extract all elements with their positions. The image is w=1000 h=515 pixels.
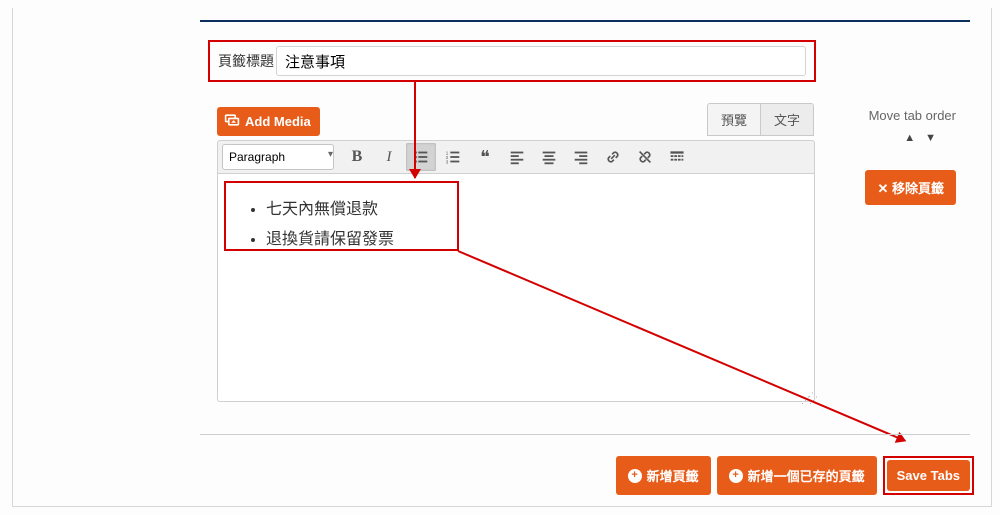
add-tab-button[interactable]: + 新增頁籤 bbox=[616, 456, 711, 495]
add-media-button[interactable]: Add Media bbox=[217, 107, 320, 136]
add-existing-label: 新增一個已存的頁籤 bbox=[748, 466, 865, 485]
move-tab-label: Move tab order bbox=[869, 108, 956, 123]
list-item: 退換貨請保留發票 bbox=[266, 222, 786, 252]
divider-top bbox=[200, 20, 970, 22]
divider-bottom bbox=[200, 434, 970, 435]
unlink-icon bbox=[636, 148, 654, 166]
list-item: 七天內無償退款 bbox=[266, 192, 786, 222]
remove-tab-button[interactable]: ✕ 移除頁籤 bbox=[865, 170, 956, 205]
blockquote-button[interactable]: ❝ bbox=[470, 143, 500, 171]
tab-title-label: 頁籤標題 bbox=[210, 51, 276, 71]
remove-tab-label: 移除頁籤 bbox=[892, 181, 944, 196]
move-up-icon[interactable]: ▲ bbox=[904, 132, 915, 144]
numbered-list-icon: 123 bbox=[444, 148, 462, 166]
close-icon: ✕ bbox=[877, 181, 888, 196]
plus-icon: + bbox=[729, 469, 743, 483]
link-button[interactable] bbox=[598, 143, 628, 171]
editor-toolbar: Paragraph B I 123 ❝ bbox=[217, 140, 815, 174]
tab-text[interactable]: 文字 bbox=[761, 104, 813, 135]
editor-content-area[interactable]: 七天內無償退款 退換貨請保留發票 bbox=[217, 174, 815, 402]
align-center-button[interactable] bbox=[534, 143, 564, 171]
tab-title-row: 頁籤標題 bbox=[208, 40, 816, 82]
add-tab-label: 新增頁籤 bbox=[647, 466, 699, 485]
bold-button[interactable]: B bbox=[342, 143, 372, 171]
media-icon bbox=[224, 112, 240, 131]
kitchen-sink-icon bbox=[668, 148, 686, 166]
content-list: 七天內無償退款 退換貨請保留發票 bbox=[246, 192, 786, 252]
save-tabs-button[interactable]: Save Tabs bbox=[887, 460, 970, 491]
align-left-button[interactable] bbox=[502, 143, 532, 171]
kitchen-sink-button[interactable] bbox=[662, 143, 692, 171]
unlink-button[interactable] bbox=[630, 143, 660, 171]
link-icon bbox=[604, 148, 622, 166]
move-down-icon[interactable]: ▼ bbox=[925, 132, 936, 144]
plus-icon: + bbox=[628, 469, 642, 483]
numbered-list-button[interactable]: 123 bbox=[438, 143, 468, 171]
tab-title-input[interactable] bbox=[276, 46, 806, 76]
align-right-icon bbox=[572, 148, 590, 166]
svg-text:3: 3 bbox=[446, 159, 449, 164]
italic-button[interactable]: I bbox=[374, 143, 404, 171]
bottom-actions: + 新增頁籤 + 新增一個已存的頁籤 Save Tabs bbox=[616, 456, 974, 495]
page-root: 頁籤標題 Add Media 預覽 文字 Move tab order ▲ ▼ … bbox=[0, 0, 1000, 515]
editor-mode-tabs: 預覽 文字 bbox=[707, 103, 814, 136]
annotation-arrow-1 bbox=[414, 82, 416, 178]
bullet-list-button[interactable] bbox=[406, 143, 436, 171]
quote-icon: ❝ bbox=[480, 152, 490, 162]
save-tabs-label: Save Tabs bbox=[897, 468, 960, 483]
align-left-icon bbox=[508, 148, 526, 166]
tab-visual[interactable]: 預覽 bbox=[708, 104, 761, 135]
align-center-icon bbox=[540, 148, 558, 166]
add-media-label: Add Media bbox=[245, 114, 311, 129]
align-right-button[interactable] bbox=[566, 143, 596, 171]
annotation-save-box: Save Tabs bbox=[883, 456, 974, 495]
add-existing-tab-button[interactable]: + 新增一個已存的頁籤 bbox=[717, 456, 877, 495]
format-select[interactable]: Paragraph bbox=[222, 144, 334, 170]
